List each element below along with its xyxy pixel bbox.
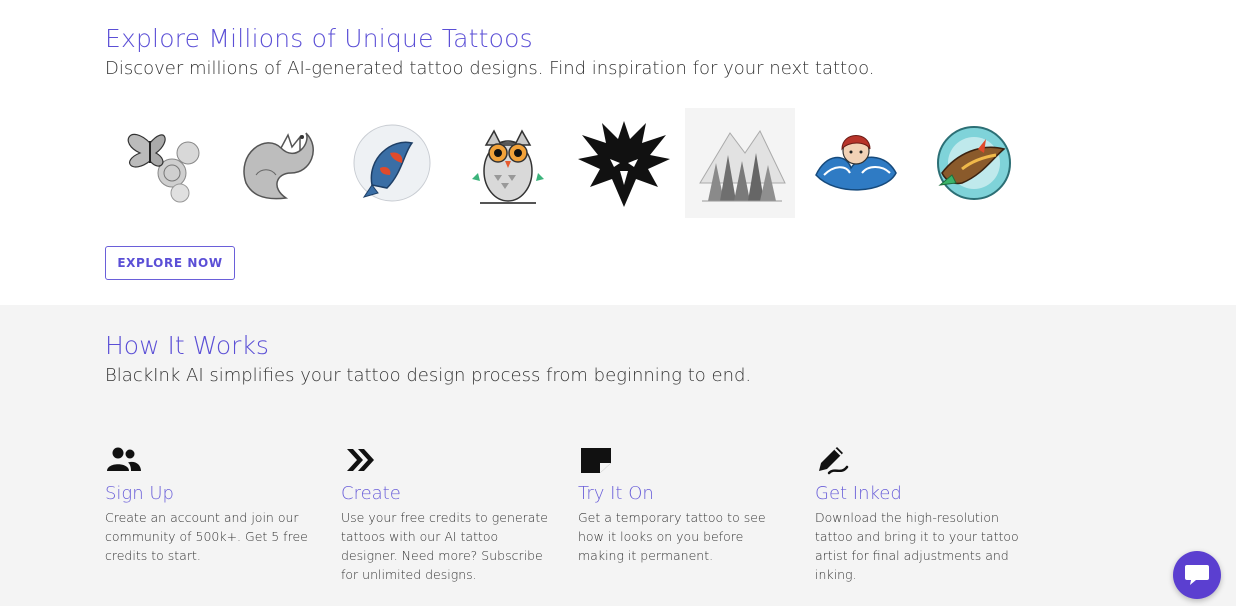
explore-now-button[interactable]: EXPLORE NOW bbox=[105, 246, 235, 280]
tattoo-thumbnail-eagle[interactable] bbox=[569, 108, 679, 218]
bird-circle-icon bbox=[937, 126, 1011, 200]
step-description: Use your free credits to generate tattoo… bbox=[341, 510, 548, 582]
step-sign-up: Sign Up Create an account and join our c… bbox=[105, 445, 320, 565]
chat-button[interactable] bbox=[1173, 551, 1221, 599]
how-it-works-subtitle: BlackInk AI simplifies your tattoo desig… bbox=[105, 365, 752, 386]
how-it-works-title: How It Works bbox=[105, 331, 269, 360]
dragon-icon bbox=[243, 132, 314, 200]
step-title: Try It On bbox=[578, 483, 654, 504]
note-icon bbox=[581, 448, 611, 473]
mermaid-wave-icon bbox=[815, 135, 897, 191]
tattoo-thumbnail-mermaid[interactable] bbox=[801, 108, 911, 218]
tattoo-thumbnail-dragon[interactable] bbox=[221, 108, 331, 218]
koi-fish-icon bbox=[353, 124, 431, 202]
butterfly-roses-icon bbox=[127, 133, 200, 203]
step-description: Get a temporary tattoo to see how it loo… bbox=[578, 510, 766, 563]
owl-icon bbox=[472, 129, 544, 204]
tattoo-thumbnail-koi[interactable] bbox=[337, 108, 447, 218]
eagle-head-icon bbox=[578, 121, 670, 207]
tattoo-thumbnail-bird[interactable] bbox=[917, 108, 1027, 218]
step-try-it-on: Try It On Get a temporary tattoo to see … bbox=[578, 445, 793, 565]
step-description: Create an account and join our community… bbox=[105, 510, 308, 563]
forest-mountains-icon bbox=[699, 130, 786, 202]
step-get-inked: Get Inked Download the high-resolution t… bbox=[815, 445, 1030, 584]
step-title: Sign Up bbox=[105, 483, 174, 504]
step-title: Get Inked bbox=[815, 483, 902, 504]
chat-bubble-icon bbox=[1185, 565, 1209, 585]
explore-subtitle: Discover millions of AI-generated tattoo… bbox=[105, 58, 875, 79]
pen-icon bbox=[819, 447, 849, 475]
double-chevron-icon bbox=[347, 449, 374, 471]
step-create: Create Use your free credits to generate… bbox=[341, 445, 556, 584]
tattoo-thumbnail-forest[interactable] bbox=[685, 108, 795, 218]
users-icon bbox=[107, 447, 141, 471]
how-it-works-section: How It Works BlackInk AI simplifies your… bbox=[0, 305, 1236, 606]
explore-section: Explore Millions of Unique Tattoos Disco… bbox=[0, 0, 1236, 305]
step-description: Download the high-resolution tattoo and … bbox=[815, 510, 1019, 582]
tattoo-thumbnail-butterfly[interactable] bbox=[105, 108, 215, 218]
tattoo-thumbnail-owl[interactable] bbox=[453, 108, 563, 218]
tattoo-gallery bbox=[105, 108, 1027, 218]
explore-title: Explore Millions of Unique Tattoos bbox=[105, 24, 533, 53]
step-title: Create bbox=[341, 483, 401, 504]
